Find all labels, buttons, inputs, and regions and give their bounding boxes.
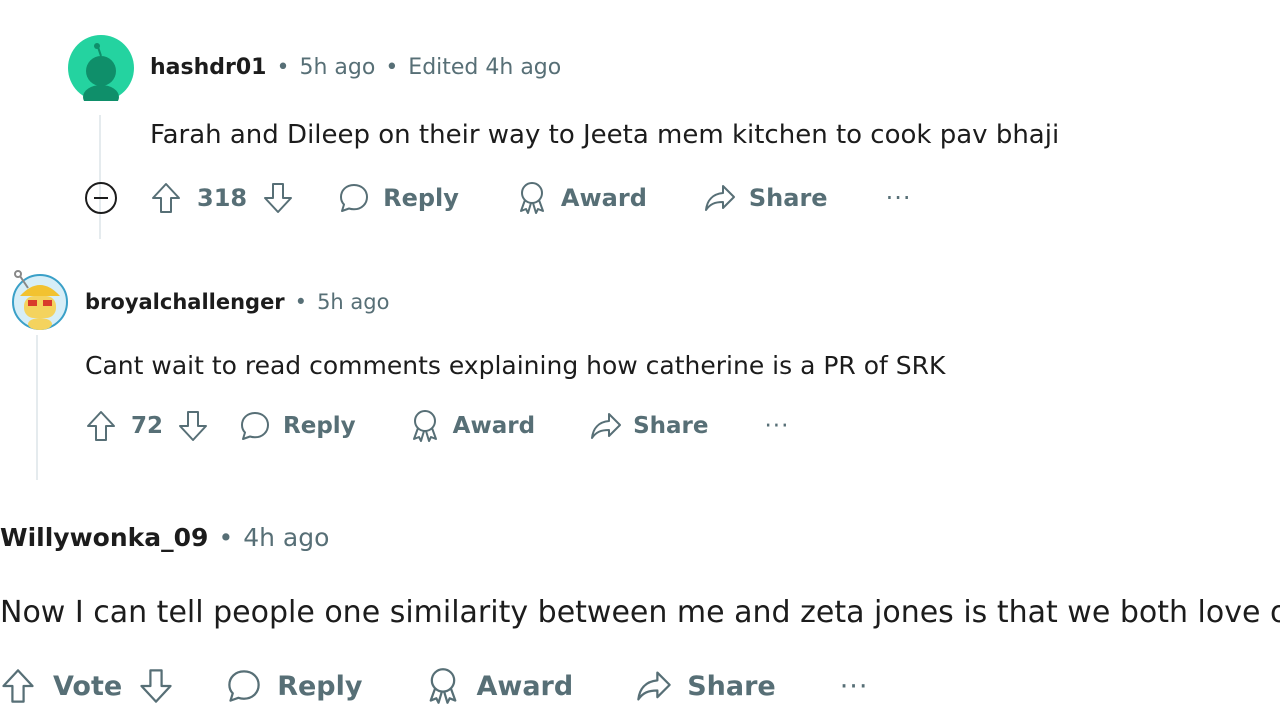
award-ribbon-icon (412, 410, 437, 442)
share-button[interactable]: Share (589, 411, 708, 441)
thread-line[interactable] (99, 115, 101, 239)
arrow-up-icon (152, 183, 180, 213)
more-options-button[interactable]: ··· (886, 184, 912, 212)
arrow-up-icon (2, 669, 34, 703)
arrow-down-icon (140, 669, 172, 703)
vote-score: 318 (197, 184, 248, 212)
downvote-button[interactable] (138, 667, 174, 705)
reply-button[interactable]: Reply (239, 410, 356, 442)
author-name[interactable]: hashdr01 (150, 55, 266, 80)
award-button[interactable]: Award (426, 667, 573, 705)
comment-actions: 318 Reply Award Share ··· (84, 178, 911, 218)
separator: • (294, 290, 308, 314)
vote-label: Vote (53, 670, 123, 702)
award-label: Award (452, 413, 536, 439)
share-label: Share (687, 670, 776, 702)
comment-body: Farah and Dileep on their way to Jeeta m… (150, 120, 1060, 150)
vote-score: 72 (131, 413, 164, 439)
comment-body-clip: Now I can tell people one similarity bet… (0, 595, 1280, 639)
reply-label: Reply (283, 413, 356, 439)
award-button[interactable]: Award (410, 409, 535, 443)
comment-actions: 72 Reply Award Share ··· (85, 407, 789, 445)
avatar[interactable] (68, 35, 134, 101)
award-button[interactable]: Award (517, 181, 647, 215)
arrow-down-icon (179, 411, 208, 441)
separator: • (276, 55, 290, 80)
minus-circle-icon (85, 182, 117, 214)
comment-actions: Vote Reply Award Share ··· (0, 664, 868, 708)
comment-meta: broyalchallenger • 5h ago (85, 290, 389, 314)
reply-label: Reply (383, 184, 459, 212)
arrow-down-icon (264, 183, 293, 213)
upvote-button[interactable] (0, 667, 36, 705)
reply-label: Reply (277, 670, 363, 702)
separator: • (385, 55, 399, 80)
avatar[interactable] (8, 266, 70, 332)
more-options-button[interactable]: ··· (840, 671, 869, 702)
author-name[interactable]: Willywonka_09 (0, 523, 208, 552)
thread-line[interactable] (36, 335, 38, 480)
share-button[interactable]: Share (703, 183, 828, 213)
upvote-button[interactable] (85, 409, 117, 443)
more-options-button[interactable]: ··· (764, 413, 789, 439)
reply-button[interactable]: Reply (338, 182, 459, 214)
downvote-button[interactable] (262, 181, 294, 215)
edited-label: Edited 4h ago (408, 55, 562, 80)
comment-meta: Willywonka_09 • 4h ago (0, 523, 329, 552)
share-button[interactable]: Share (635, 669, 776, 703)
collapse-button[interactable] (84, 181, 118, 215)
award-ribbon-icon (430, 668, 457, 704)
upvote-button[interactable] (150, 181, 182, 215)
comment-body: Cant wait to read comments explaining ho… (85, 351, 946, 380)
share-arrow-icon (591, 413, 622, 439)
timestamp[interactable]: 4h ago (243, 523, 329, 552)
author-name[interactable]: broyalchallenger (85, 290, 285, 314)
comment-meta: hashdr01 • 5h ago • Edited 4h ago (150, 55, 561, 80)
award-label: Award (560, 184, 647, 212)
comment-body: Now I can tell people one similarity bet… (0, 595, 1280, 630)
arrow-up-icon (87, 411, 115, 441)
speech-bubble-icon (241, 412, 270, 440)
share-label: Share (748, 184, 828, 212)
separator: • (218, 523, 234, 552)
share-arrow-icon (637, 671, 671, 701)
share-arrow-icon (704, 185, 735, 211)
speech-bubble-icon (228, 670, 260, 702)
timestamp[interactable]: 5h ago (317, 290, 389, 314)
reply-button[interactable]: Reply (226, 668, 362, 704)
share-label: Share (633, 413, 709, 439)
timestamp[interactable]: 5h ago (299, 55, 375, 80)
speech-bubble-icon (340, 184, 369, 212)
downvote-button[interactable] (177, 409, 209, 443)
award-ribbon-icon (519, 182, 544, 214)
award-label: Award (476, 670, 574, 702)
